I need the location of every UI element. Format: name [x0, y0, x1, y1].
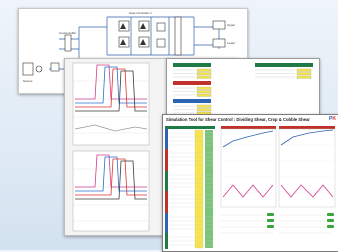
input-cells — [194, 129, 204, 249]
output-upper-label: Upper — [227, 23, 236, 27]
calc-body — [165, 126, 336, 249]
run-button-1[interactable] — [267, 213, 274, 216]
simulation-tool-window: Simulation Tool for Shear Control : Divi… — [162, 114, 338, 252]
run-button-2[interactable] — [267, 219, 274, 222]
buffer-label: Cuvée buffer — [59, 31, 77, 35]
upper-block-label: Gate Controller 1 — [129, 11, 152, 15]
run-button-5[interactable] — [327, 219, 334, 222]
run-button-3[interactable] — [267, 225, 274, 228]
run-button-6[interactable] — [327, 225, 334, 228]
output-lower-label: Lower — [227, 41, 236, 45]
run-button-4[interactable] — [327, 213, 334, 216]
screen: { "schematic": { "labels": { "upper_bloc… — [0, 0, 338, 252]
source-label: Source — [23, 79, 33, 83]
